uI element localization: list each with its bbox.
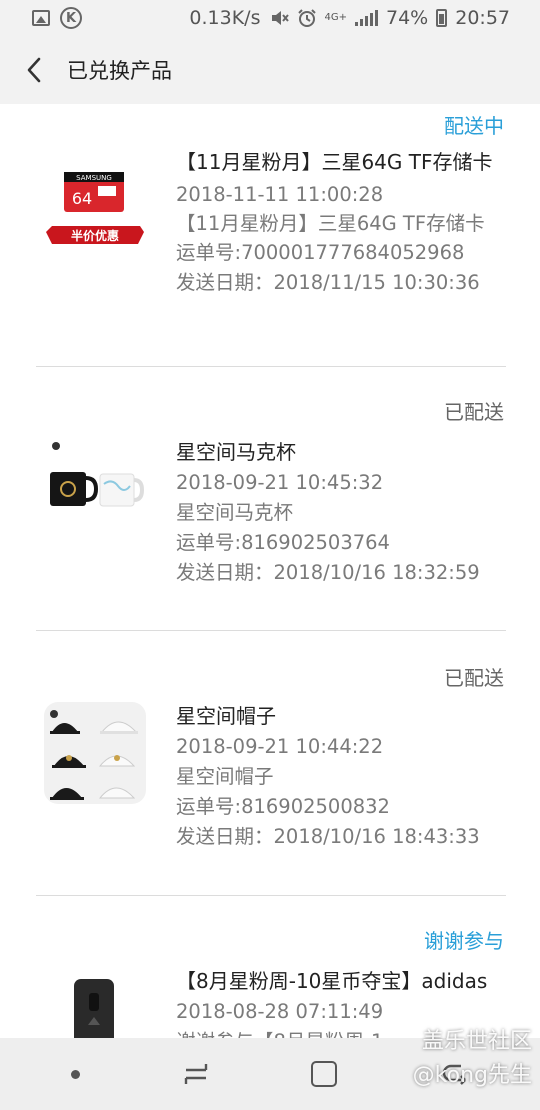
item-info: 星空间帽子 2018-09-21 10:44:22 星空间帽子 运单号:8169… — [176, 702, 506, 852]
promo-badge-text: 半价优惠 — [71, 228, 119, 243]
status-left: K — [32, 7, 82, 29]
k-icon: K — [60, 7, 82, 29]
product-description: 星空间马克杯 — [176, 501, 294, 524]
product-thumbnail — [44, 434, 146, 536]
redeem-date: 2018-08-28 07:11:49 — [176, 1000, 384, 1023]
item-info: 星空间马克杯 2018-09-21 10:45:32 星空间马克杯 运单号:81… — [176, 438, 506, 588]
item-info: 【11月星粉月】三星64G TF存储卡 2018-11-11 11:00:28 … — [176, 148, 506, 298]
cap-image — [50, 710, 138, 800]
product-description: 【11月星粉月】三星64G TF存储卡 — [176, 212, 485, 235]
tracking-number: 运单号:816902500832 — [176, 795, 390, 818]
delivery-status: 配送中 — [444, 114, 504, 138]
app-header: 已兑换产品 — [0, 36, 540, 104]
mug-image — [50, 442, 145, 507]
list-item[interactable]: 谢谢参与 【8月星粉周-10星币夺宝】adidas 2018-08-28 07:… — [0, 897, 540, 1038]
back-button[interactable] — [4, 40, 64, 100]
mute-icon — [271, 11, 289, 25]
phone-case-image — [74, 979, 114, 1038]
chevron-left-icon — [27, 57, 41, 83]
delivery-status: 谢谢参与 — [424, 929, 504, 953]
product-name: 【11月星粉月】三星64G TF存储卡 — [176, 150, 493, 174]
back-icon[interactable] — [439, 1060, 469, 1088]
ship-date: 发送日期：2018/10/16 18:43:33 — [176, 825, 480, 848]
network-type: 4G+ — [324, 12, 348, 23]
sd-card-image: SAMSUNG 64 半价优惠 — [46, 172, 144, 244]
recent-apps-icon[interactable] — [182, 1060, 210, 1088]
divider — [36, 366, 506, 367]
product-description: 星空间帽子 — [176, 765, 274, 788]
tracking-number: 运单号:816902503764 — [176, 531, 390, 554]
clock: 20:57 — [455, 7, 510, 29]
battery-level: 74% — [386, 7, 429, 29]
ship-date: 发送日期：2018/11/15 10:30:36 — [176, 271, 480, 294]
card-brand-text: SAMSUNG — [76, 174, 112, 182]
card-capacity-text: 64 — [72, 189, 92, 208]
delivery-status: 已配送 — [444, 666, 504, 690]
divider — [36, 630, 506, 631]
product-name: 【8月星粉周-10星币夺宝】adidas — [176, 969, 488, 993]
status-bar: K 0.13K/s 4G+ 74% 20:57 — [0, 0, 540, 36]
redeem-date: 2018-09-21 10:44:22 — [176, 735, 384, 758]
product-thumbnail — [44, 702, 146, 804]
status-right: 0.13K/s 4G+ 74% 20:57 — [189, 7, 510, 29]
delivery-status: 已配送 — [444, 400, 504, 424]
redeem-date: 2018-09-21 10:45:32 — [176, 471, 384, 494]
redeem-date: 2018-11-11 11:00:28 — [176, 183, 384, 206]
product-name: 星空间马克杯 — [176, 440, 296, 464]
product-name: 星空间帽子 — [176, 704, 276, 728]
divider — [36, 895, 506, 896]
image-icon — [32, 10, 50, 26]
tracking-number: 运单号:700001777684052968 — [176, 241, 465, 264]
network-speed: 0.13K/s — [189, 7, 261, 29]
signal-icon — [355, 10, 378, 26]
product-thumbnail: SAMSUNG 64 半价优惠 — [44, 170, 146, 272]
battery-icon — [436, 9, 448, 27]
ship-date: 发送日期：2018/10/16 18:32:59 — [176, 561, 480, 584]
item-info: 【8月星粉周-10星币夺宝】adidas 2018-08-28 07:11:49… — [176, 967, 506, 1038]
product-description: 谢谢参与【8月星粉周-1 — [176, 1027, 506, 1038]
product-thumbnail — [44, 975, 146, 1038]
assist-dot-icon[interactable] — [70, 1069, 80, 1079]
home-icon[interactable] — [311, 1061, 338, 1087]
navigation-bar — [0, 1038, 540, 1110]
page-title: 已兑换产品 — [67, 59, 172, 83]
alarm-icon — [297, 9, 316, 27]
